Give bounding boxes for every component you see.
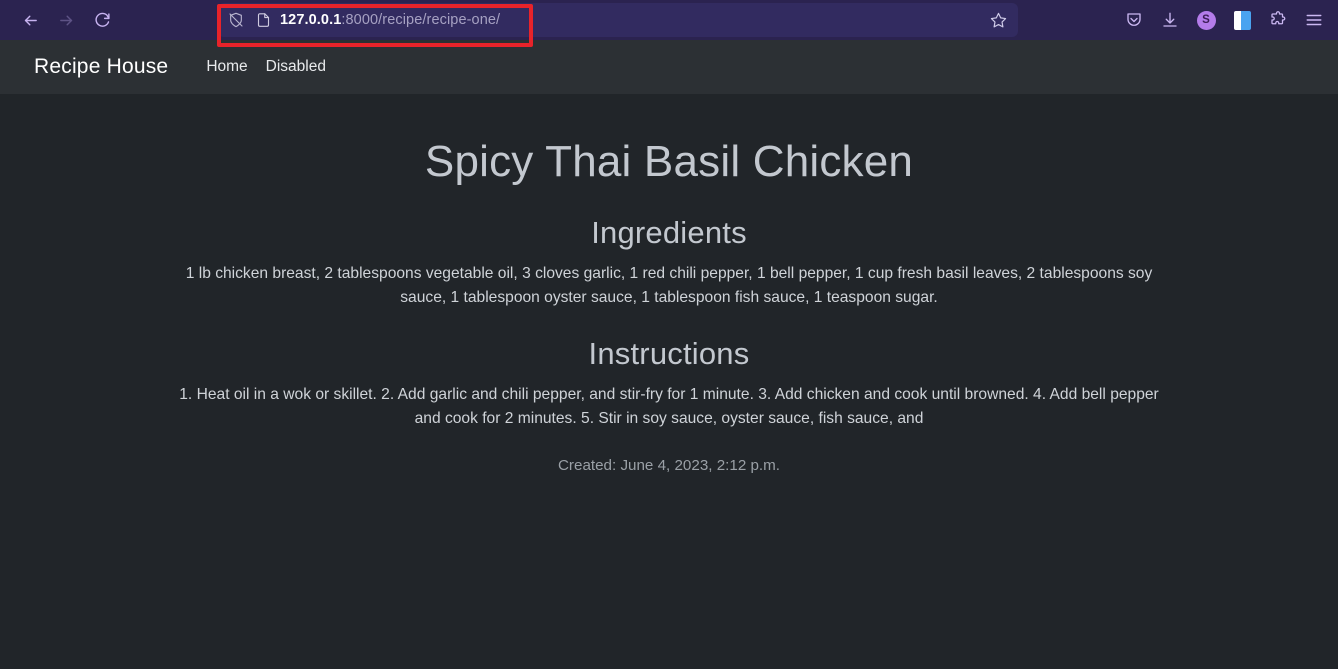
ingredients-heading: Ingredients: [591, 214, 747, 250]
sidebar-book-icon[interactable]: [1226, 4, 1258, 36]
instructions-heading: Instructions: [588, 335, 750, 371]
nav-link-home[interactable]: Home: [206, 58, 247, 76]
book-glyph: [1233, 10, 1251, 30]
avatar: S: [1196, 10, 1216, 30]
navigation-buttons: [14, 4, 118, 36]
recipe-content: Spicy Thai Basil Chicken Ingredients 1 l…: [164, 136, 1174, 474]
page-document-icon[interactable]: [253, 10, 273, 30]
star-icon[interactable]: [984, 6, 1012, 34]
extensions-puzzle-icon[interactable]: [1262, 4, 1294, 36]
browser-toolbar: 127.0.0.1:8000/recipe/recipe-one/ S: [0, 0, 1338, 47]
account-avatar-icon[interactable]: S: [1190, 4, 1222, 36]
site-navbar: Recipe House Home Disabled: [0, 40, 1338, 94]
page-body: Spicy Thai Basil Chicken Ingredients 1 l…: [0, 94, 1338, 669]
forward-arrow-icon: [59, 15, 72, 25]
instructions-text: 1. Heat oil in a wok or skillet. 2. Add …: [179, 385, 1159, 427]
pocket-icon[interactable]: [1118, 4, 1150, 36]
created-timestamp: Created: June 4, 2023, 2:12 p.m.: [557, 456, 781, 474]
reload-button[interactable]: [86, 4, 118, 36]
back-arrow-icon: [24, 15, 37, 25]
address-bar-container: 127.0.0.1:8000/recipe/recipe-one/: [218, 3, 1018, 37]
hamburger-menu-icon[interactable]: [1298, 4, 1330, 36]
brand-recipe-house[interactable]: Recipe House: [34, 55, 168, 79]
page-title: Spicy Thai Basil Chicken: [424, 137, 914, 186]
forward-button[interactable]: [50, 4, 82, 36]
reload-icon: [94, 12, 110, 27]
toolbar-right-icons: S: [1118, 0, 1330, 40]
ingredients-text: 1 lb chicken breast, 2 tablespoons veget…: [185, 264, 1153, 306]
nav-link-disabled[interactable]: Disabled: [266, 58, 326, 76]
url-text[interactable]: 127.0.0.1:8000/recipe/recipe-one/: [280, 12, 1010, 28]
shield-off-icon[interactable]: [226, 10, 246, 30]
url-path: :8000/recipe/recipe-one/: [341, 12, 501, 28]
back-button[interactable]: [14, 4, 46, 36]
url-host: 127.0.0.1: [280, 12, 342, 28]
download-icon[interactable]: [1154, 4, 1186, 36]
navbar-links: Home Disabled: [206, 58, 326, 76]
address-bar[interactable]: 127.0.0.1:8000/recipe/recipe-one/: [218, 3, 1018, 37]
